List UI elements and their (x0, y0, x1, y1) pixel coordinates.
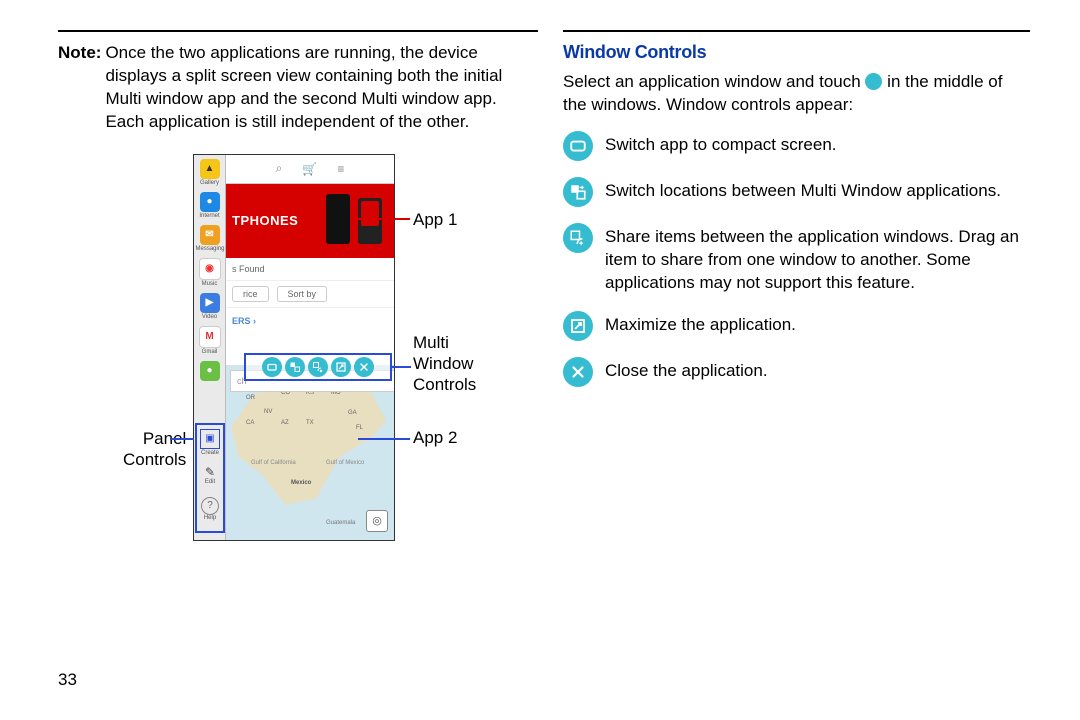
top-rule-left (58, 30, 538, 32)
leader-app2 (358, 438, 410, 440)
control-row-swap: Switch locations between Multi Window ap… (563, 177, 1030, 207)
intro-text: Select an application window and touch i… (563, 71, 1030, 117)
compact-screen-icon (563, 131, 593, 161)
close-icon (563, 357, 593, 387)
swap-text: Switch locations between Multi Window ap… (605, 177, 1030, 203)
section-header-window-controls: Window Controls (563, 42, 1030, 63)
label-mw-controls: Multi Window Controls (413, 332, 476, 396)
top-rule-right (563, 30, 1030, 32)
control-row-share: Share items between the application wind… (563, 223, 1030, 295)
share-text: Share items between the application wind… (605, 223, 1030, 295)
hero-text: TPHONES (232, 213, 298, 228)
control-row-maximize: Maximize the application. (563, 311, 1030, 341)
maximize-text: Maximize the application. (605, 311, 1030, 337)
control-row-compact: Switch app to compact screen. (563, 131, 1030, 161)
control-row-close: Close the application. (563, 357, 1030, 387)
mini-maximize-icon (331, 357, 351, 377)
leader-mw (391, 366, 411, 368)
note-block: Note: Once the two applications are runn… (58, 42, 538, 134)
locate-icon: ◎ (366, 510, 388, 532)
page-number: 33 (58, 670, 77, 690)
compact-text: Switch app to compact screen. (605, 131, 1030, 157)
close-text: Close the application. (605, 357, 1030, 383)
leader-panel (170, 438, 194, 440)
maximize-icon (563, 311, 593, 341)
mini-close-icon (354, 357, 374, 377)
phone-mock: ▲Gallery ●Internet ✉Messaging ◉Music ▶Vi… (193, 154, 395, 541)
note-label: Note: (58, 42, 101, 134)
mini-share-icon (308, 357, 328, 377)
leader-app1 (358, 218, 410, 220)
diagram-area: ▲Gallery ●Internet ✉Messaging ◉Music ▶Vi… (58, 154, 538, 574)
label-app1: App 1 (413, 210, 457, 230)
panel-controls-highlight: ▣ Create ✎ Edit ? Help (195, 423, 225, 533)
share-items-icon (563, 223, 593, 253)
swap-windows-icon (563, 177, 593, 207)
mini-compact-icon (262, 357, 282, 377)
app-1-pane: ⌕🛒≡ TPHONES s Found rice Sort by ERS › (226, 155, 394, 365)
label-panel-controls: Panel Controls (123, 428, 186, 471)
label-app2: App 2 (413, 428, 457, 448)
handle-dot-icon (865, 73, 882, 90)
mini-swap-icon (285, 357, 305, 377)
multi-window-controls-highlight (244, 353, 392, 381)
note-text: Once the two applications are running, t… (105, 42, 538, 134)
